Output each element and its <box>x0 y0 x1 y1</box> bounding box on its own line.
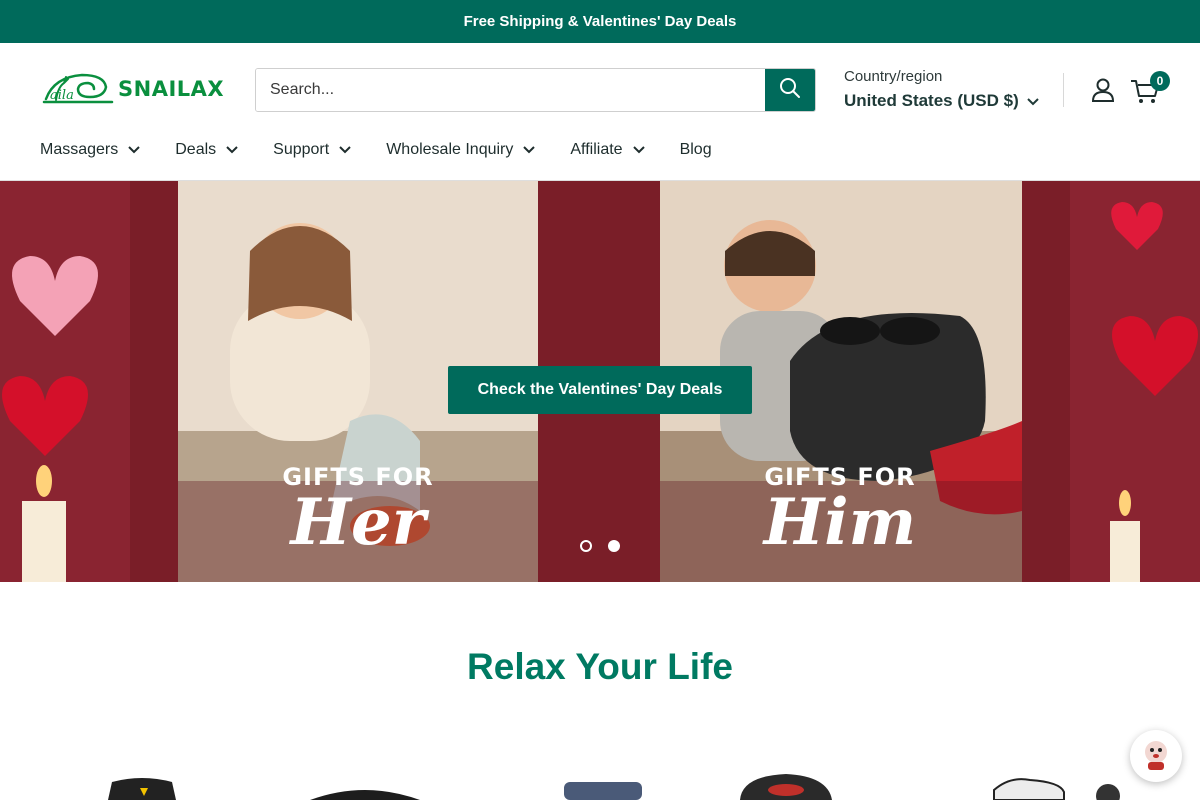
announcement-bar[interactable]: Free Shipping & Valentines' Day Deals <box>0 0 1200 43</box>
account-icon <box>1090 78 1116 107</box>
search-icon <box>779 77 801 104</box>
nav-item-deals[interactable]: Deals <box>175 139 238 161</box>
right-banner-caption: GIFTS FOR Him <box>750 463 930 555</box>
search-bar <box>255 68 816 112</box>
snail-logo-icon: aila <box>42 69 114 110</box>
carousel-dot-1[interactable] <box>580 540 592 552</box>
product-thumb-5[interactable] <box>993 778 1120 800</box>
left-banner-caption: GIFTS FOR Her <box>268 463 448 555</box>
carousel-dot-2[interactable] <box>608 540 620 552</box>
cart-icon <box>1128 80 1162 111</box>
carousel-dots <box>580 540 636 552</box>
cart-count-badge: 0 <box>1150 71 1170 91</box>
country-value-text: United States (USD $) <box>844 91 1019 110</box>
product-thumbnails <box>108 774 1120 800</box>
chevron-down-icon <box>128 141 140 159</box>
nav-item-label: Support <box>273 141 330 158</box>
nav-item-label: Affiliate <box>570 141 623 158</box>
nav-item-blog[interactable]: Blog <box>680 139 712 161</box>
right-banner-line2: Him <box>763 485 917 560</box>
country-label: Country/region <box>844 68 943 85</box>
chevron-down-icon <box>339 141 351 159</box>
product-thumb-2[interactable] <box>310 790 420 800</box>
logo[interactable]: aila SNAILAX <box>42 69 225 110</box>
chat-icon <box>1138 736 1174 777</box>
chevron-down-icon <box>1027 91 1039 111</box>
logo-wordmark: SNAILAX <box>118 77 225 101</box>
nav-item-affiliate[interactable]: Affiliate <box>570 139 645 161</box>
search-button[interactable] <box>765 69 815 111</box>
search-input[interactable] <box>256 69 765 111</box>
account-button[interactable] <box>1090 77 1116 103</box>
header-divider <box>1063 73 1064 107</box>
svg-text:aila: aila <box>50 88 74 103</box>
chevron-down-icon <box>226 141 238 159</box>
nav-item-label: Wholesale Inquiry <box>386 141 514 158</box>
chat-widget-button[interactable] <box>1130 730 1182 782</box>
product-thumb-3[interactable] <box>564 782 642 800</box>
nav-item-label: Deals <box>175 141 217 158</box>
left-banner-line2: Her <box>290 485 426 560</box>
country-value[interactable]: United States (USD $) <box>844 91 1039 111</box>
announcement-text[interactable]: Free Shipping & Valentines' Day Deals <box>464 13 737 30</box>
nav-item-label: Blog <box>679 141 712 158</box>
nav-item-support[interactable]: Support <box>273 139 351 161</box>
main-nav: Massagers Deals Support Wholesale Inquir… <box>40 139 747 161</box>
site-header: aila SNAILAX Country/region United State… <box>0 43 1200 181</box>
chevron-down-icon <box>632 141 645 159</box>
nav-item-massagers[interactable]: Massagers <box>40 139 140 161</box>
country-selector[interactable]: Country/region United States (USD $) <box>844 68 1039 111</box>
section-title: Relax Your Life <box>467 646 733 687</box>
product-thumb-4[interactable] <box>740 774 832 800</box>
valentines-deals-button[interactable]: Check the Valentines' Day Deals <box>448 366 752 414</box>
product-thumb-1[interactable] <box>108 778 176 800</box>
nav-item-label: Massagers <box>40 141 119 158</box>
chevron-down-icon <box>523 141 536 159</box>
nav-item-wholesale-inquiry[interactable]: Wholesale Inquiry <box>386 139 536 161</box>
cta-label: Check the Valentines' Day Deals <box>477 381 723 398</box>
